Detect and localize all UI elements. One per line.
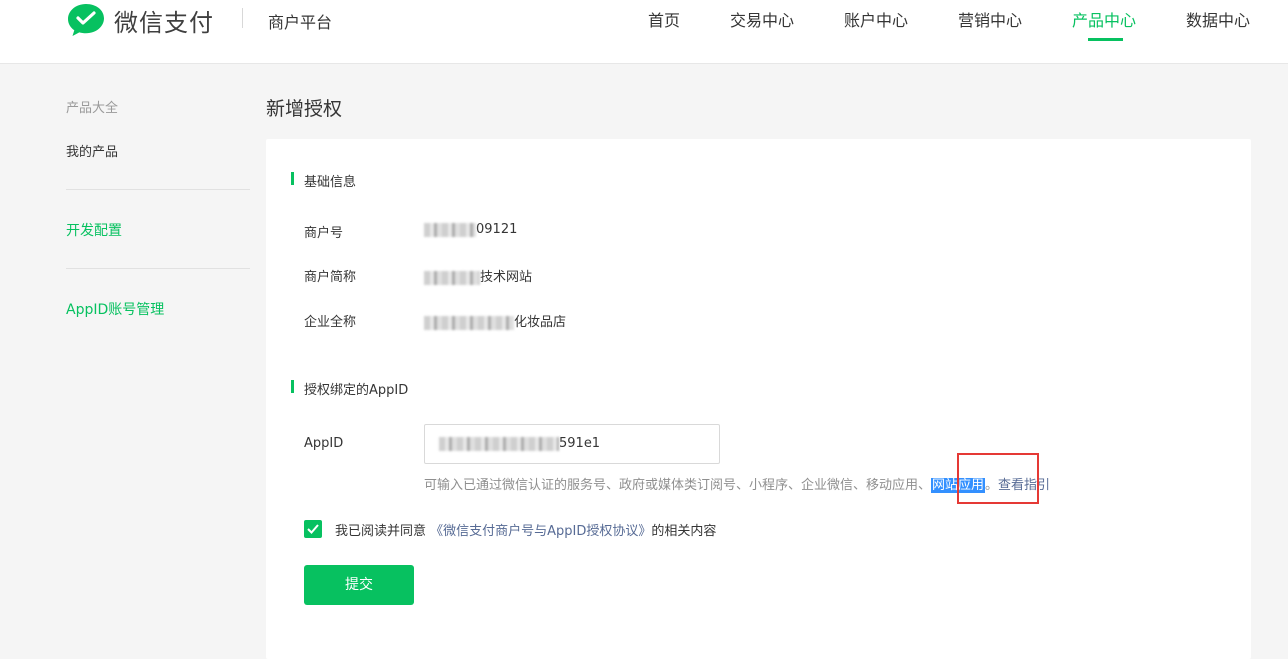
agree-prefix: 我已阅读并同意: [335, 524, 427, 539]
nav-home[interactable]: 首页: [648, 7, 680, 31]
redacted-mask: [424, 222, 476, 237]
section-marker: [291, 380, 294, 393]
sidebar-group-title: 产品大全: [66, 101, 119, 116]
sidebar-divider: [66, 189, 250, 190]
sidebar-item-my-products[interactable]: 我的产品: [66, 141, 118, 160]
section-title-appid: 授权绑定的AppID: [304, 383, 409, 398]
short-name-value: 技术网站: [424, 266, 532, 285]
appid-input[interactable]: 591e1: [424, 424, 720, 464]
redacted-mask: [424, 315, 514, 330]
nav-marketing-center[interactable]: 营销中心: [958, 7, 1022, 31]
logo-text: 微信支付: [114, 8, 214, 37]
section-marker: [291, 172, 294, 185]
appid-label: AppID: [304, 436, 344, 451]
nav-product-center[interactable]: 产品中心: [1072, 7, 1136, 31]
merchant-no-label: 商户号: [304, 226, 344, 241]
submit-button[interactable]: 提交: [304, 565, 414, 605]
redacted-mask: [439, 436, 559, 451]
agreement-text: 我已阅读并同意 《微信支付商户号与AppID授权协议》的相关内容: [335, 520, 716, 539]
hint-text: 可输入已通过微信认证的服务号、政府或媒体类订阅号、小程序、企业微信、移动应用、: [424, 478, 932, 493]
sidebar-item-appid-manage[interactable]: AppID账号管理: [66, 299, 164, 319]
wechat-pay-logo[interactable]: 微信支付: [66, 2, 214, 38]
page-title: 新增授权: [266, 98, 343, 120]
agree-checkbox[interactable]: [304, 520, 322, 538]
nav-account-center[interactable]: 账户中心: [844, 7, 908, 31]
platform-title: 商户平台: [268, 13, 333, 32]
full-name-label: 企业全称: [304, 315, 357, 330]
sidebar-item-dev-config[interactable]: 开发配置: [66, 220, 122, 240]
check-icon: [307, 524, 319, 534]
redacted-mask: [424, 270, 480, 285]
agree-suffix: 的相关内容: [651, 524, 717, 539]
nav-data-center[interactable]: 数据中心: [1186, 7, 1250, 31]
top-header: 微信支付 商户平台 首页 交易中心 账户中心 营销中心 产品中心 数据中心: [0, 0, 1288, 64]
sidebar-divider: [66, 268, 250, 269]
agreement-link[interactable]: 《微信支付商户号与AppID授权协议》: [430, 524, 651, 539]
active-nav-indicator: [1088, 38, 1123, 41]
header-separator: [242, 8, 243, 28]
short-name-label: 商户简称: [304, 270, 357, 285]
merchant-no-value: 09121: [424, 222, 517, 237]
annotation-box: [957, 453, 1039, 504]
section-title-basic-info: 基础信息: [304, 175, 357, 190]
nav-trade-center[interactable]: 交易中心: [730, 7, 794, 31]
full-name-value: 化妆品店: [424, 311, 566, 330]
wechat-pay-icon: [66, 2, 106, 38]
